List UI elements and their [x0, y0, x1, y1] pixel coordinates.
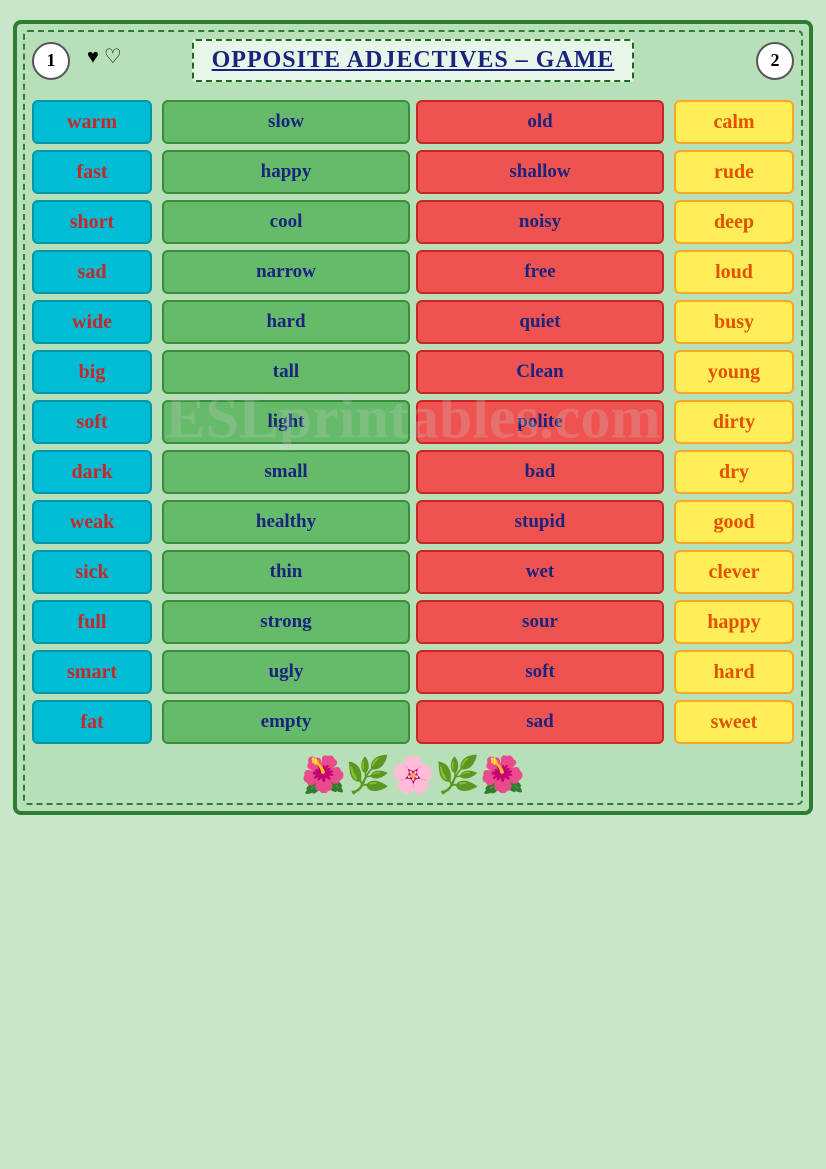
- middle-columns: slow happy cool narrow hard tall light small hea…: [162, 100, 664, 744]
- left-word: sick: [32, 550, 152, 594]
- right-word: dry: [674, 450, 794, 494]
- left-column: warm fast short sad wide big soft dark weak sick f…: [32, 100, 152, 744]
- left-word: soft: [32, 400, 152, 444]
- red-word: sad: [416, 700, 664, 744]
- green-word: ugly: [162, 650, 410, 694]
- flower-decoration: 🌺🌿🌸🌿🌺: [32, 754, 794, 796]
- number-right: 2: [756, 42, 794, 80]
- green-word: narrow: [162, 250, 410, 294]
- green-word: strong: [162, 600, 410, 644]
- left-word: dark: [32, 450, 152, 494]
- red-word: old: [416, 100, 664, 144]
- right-word: sweet: [674, 700, 794, 744]
- right-word: loud: [674, 250, 794, 294]
- green-word: happy: [162, 150, 410, 194]
- right-word: deep: [674, 200, 794, 244]
- red-word: wet: [416, 550, 664, 594]
- left-word: big: [32, 350, 152, 394]
- header: 1 ♥ ♡ OPPOSITE ADJECTIVES – GAME 2: [32, 39, 794, 82]
- red-word: Clean: [416, 350, 664, 394]
- left-word: smart: [32, 650, 152, 694]
- right-column: calm rude deep loud busy young dirty dry good cle…: [674, 100, 794, 744]
- left-word: sad: [32, 250, 152, 294]
- green-word: empty: [162, 700, 410, 744]
- left-word: wide: [32, 300, 152, 344]
- title-box: OPPOSITE ADJECTIVES – GAME: [192, 39, 635, 82]
- right-word: good: [674, 500, 794, 544]
- red-word: stupid: [416, 500, 664, 544]
- green-word: cool: [162, 200, 410, 244]
- right-word: busy: [674, 300, 794, 344]
- green-word: light: [162, 400, 410, 444]
- green-word: small: [162, 450, 410, 494]
- red-word: quiet: [416, 300, 664, 344]
- left-word: full: [32, 600, 152, 644]
- right-word: dirty: [674, 400, 794, 444]
- right-word: calm: [674, 100, 794, 144]
- right-word: clever: [674, 550, 794, 594]
- red-word: polite: [416, 400, 664, 444]
- right-word: rude: [674, 150, 794, 194]
- red-word: sour: [416, 600, 664, 644]
- red-word: noisy: [416, 200, 664, 244]
- number-left: 1: [32, 42, 70, 80]
- green-word: thin: [162, 550, 410, 594]
- green-column: slow happy cool narrow hard tall light small hea…: [162, 100, 410, 744]
- left-word: fast: [32, 150, 152, 194]
- right-word: happy: [674, 600, 794, 644]
- left-word: warm: [32, 100, 152, 144]
- green-word: hard: [162, 300, 410, 344]
- left-word: short: [32, 200, 152, 244]
- green-word: slow: [162, 100, 410, 144]
- left-word: fat: [32, 700, 152, 744]
- green-word: tall: [162, 350, 410, 394]
- red-word: free: [416, 250, 664, 294]
- page: 1 ♥ ♡ OPPOSITE ADJECTIVES – GAME 2 warm f…: [13, 20, 813, 815]
- red-word: shallow: [416, 150, 664, 194]
- right-word: young: [674, 350, 794, 394]
- main-content: warm fast short sad wide big soft dark weak sick f…: [32, 100, 794, 744]
- right-word: hard: [674, 650, 794, 694]
- left-word: weak: [32, 500, 152, 544]
- red-word: bad: [416, 450, 664, 494]
- page-title: OPPOSITE ADJECTIVES – GAME: [212, 47, 615, 73]
- red-word: soft: [416, 650, 664, 694]
- red-column: old shallow noisy free quiet Clean polite bad st…: [416, 100, 664, 744]
- green-word: healthy: [162, 500, 410, 544]
- hearts-decoration: ♥ ♡: [87, 44, 122, 69]
